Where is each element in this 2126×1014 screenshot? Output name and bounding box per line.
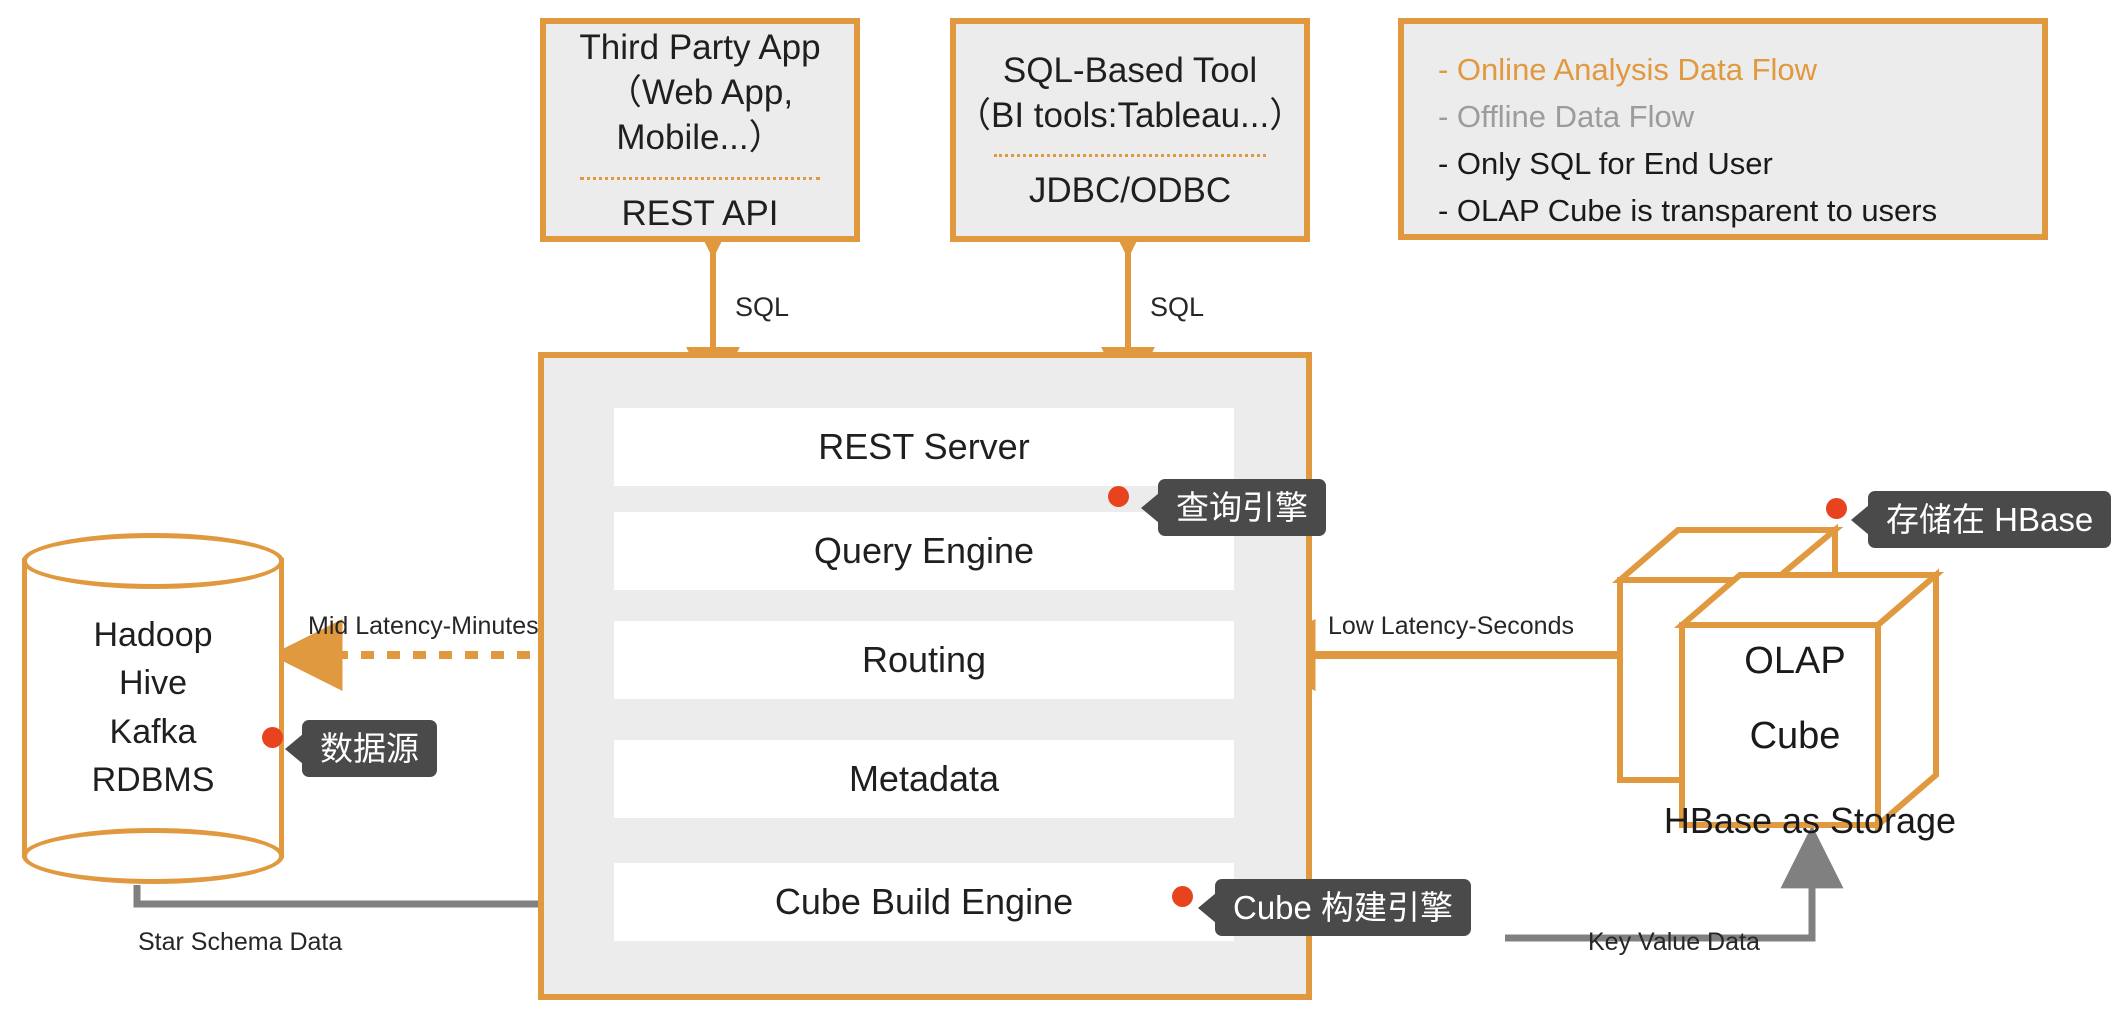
kylin-architecture-diagram: Third Party App （Web App, Mobile...） RES… xyxy=(0,0,2126,1014)
legend-label: - OLAP Cube is transparent to users xyxy=(1438,193,1937,229)
client-box-sql-based-tool[interactable]: SQL-Based Tool （BI tools:Tableau...） JDB… xyxy=(950,18,1310,242)
layer-label: REST Server xyxy=(818,426,1029,468)
layer-cube-build-engine[interactable]: Cube Build Engine xyxy=(614,863,1234,941)
legend-label: - Only SQL for End User xyxy=(1438,146,1773,182)
client-title: SQL-Based Tool （BI tools:Tableau...） xyxy=(956,49,1304,139)
olap-cube-label-line1: OLAP xyxy=(1660,640,1930,683)
client-title: Third Party App （Web App, Mobile...） xyxy=(546,26,854,160)
cube-build-callout-dot xyxy=(1172,886,1193,907)
layer-query-engine[interactable]: Query Engine xyxy=(614,512,1234,590)
layer-label: Cube Build Engine xyxy=(775,881,1073,923)
dashed-separator xyxy=(580,177,820,180)
legend-label: - Offline Data Flow xyxy=(1438,99,1694,135)
star-schema-label: Star Schema Data xyxy=(138,928,342,957)
hbase-storage-caption: HBase as Storage xyxy=(1570,800,2050,842)
datasource-callout-dot xyxy=(262,727,283,748)
cylinder-top-ellipse xyxy=(22,533,284,589)
legend-item: - OLAP Cube is transparent to users xyxy=(1438,187,2042,234)
olap-cube-label-line2: Cube xyxy=(1660,715,1930,758)
query-engine-callout-dot xyxy=(1108,486,1129,507)
sql-label-right: SQL xyxy=(1150,292,1204,323)
legend-box: - Online Analysis Data Flow - Offline Da… xyxy=(1398,18,2048,240)
cylinder-bottom-ellipse xyxy=(22,828,284,884)
key-value-arrow xyxy=(1505,838,1812,938)
kylin-core-panel: REST Server Query Engine Routing Metadat… xyxy=(538,352,1312,1000)
datasource-callout: 数据源 xyxy=(302,720,437,777)
legend-label: - Online Analysis Data Flow xyxy=(1438,52,1817,88)
client-box-third-party-app[interactable]: Third Party App （Web App, Mobile...） RES… xyxy=(540,18,860,242)
low-latency-label: Low Latency-Seconds xyxy=(1328,612,1574,641)
hbase-storage-callout-dot xyxy=(1826,498,1847,519)
legend-item: - Only SQL for End User xyxy=(1438,140,2042,187)
datasource-text: Hadoop Hive Kafka RDBMS xyxy=(22,611,284,804)
star-schema-arrow xyxy=(137,885,604,904)
layer-metadata[interactable]: Metadata xyxy=(614,740,1234,818)
legend-item: - Online Analysis Data Flow xyxy=(1438,46,2042,93)
query-engine-callout: 查询引擎 xyxy=(1158,479,1326,536)
client-protocol: REST API xyxy=(622,194,779,234)
key-value-label: Key Value Data xyxy=(1588,928,1760,957)
layer-label: Routing xyxy=(862,639,986,681)
dashed-separator xyxy=(994,154,1265,157)
datasource-cylinder: Hadoop Hive Kafka RDBMS xyxy=(22,533,284,883)
layer-routing[interactable]: Routing xyxy=(614,621,1234,699)
cube-build-callout: Cube 构建引擎 xyxy=(1215,879,1471,936)
client-protocol: JDBC/ODBC xyxy=(1029,171,1231,211)
hbase-storage-callout: 存储在 HBase xyxy=(1868,491,2111,548)
mid-latency-label: Mid Latency-Minutes xyxy=(308,612,539,641)
layer-label: Metadata xyxy=(849,758,999,800)
legend-item: - Offline Data Flow xyxy=(1438,93,2042,140)
sql-label-left: SQL xyxy=(735,292,789,323)
layer-label: Query Engine xyxy=(814,530,1034,572)
layer-rest-server[interactable]: REST Server xyxy=(614,408,1234,486)
